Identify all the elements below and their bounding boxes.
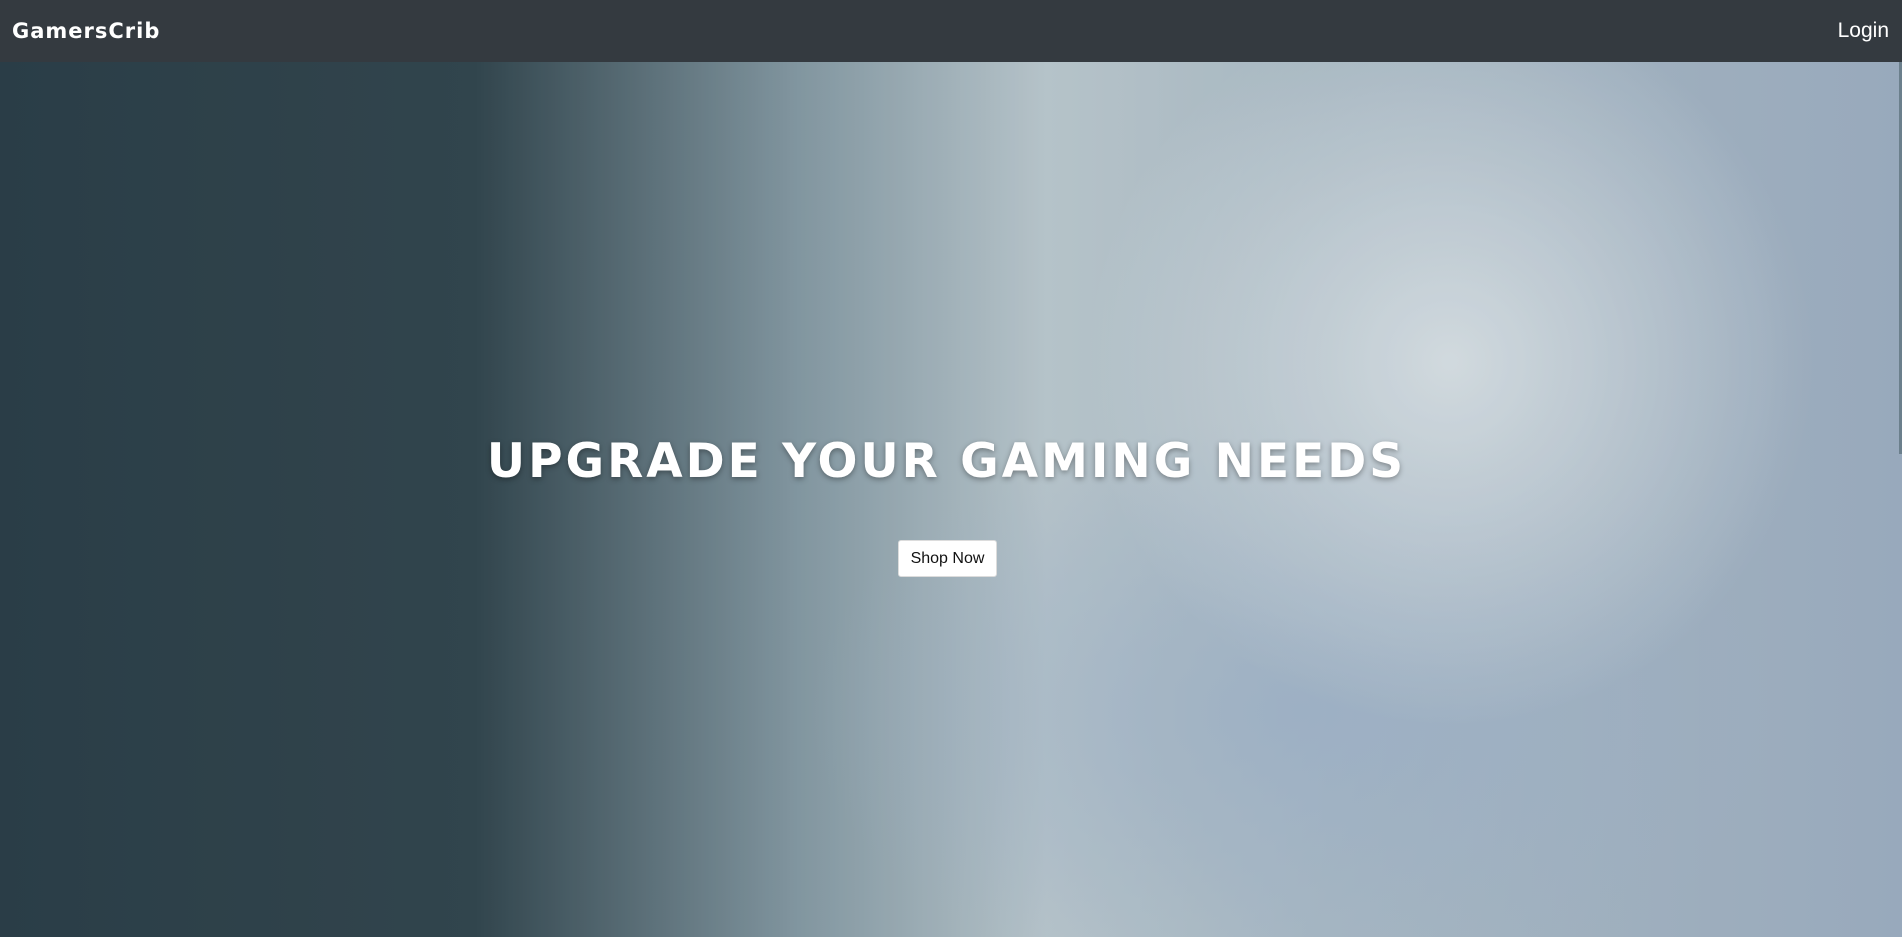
shop-now-button[interactable]: Shop Now: [898, 540, 997, 577]
brand-logo[interactable]: GamersCrib: [12, 19, 160, 43]
login-link[interactable]: Login: [1838, 19, 1889, 43]
hero-headline: UPGRADE YOUR GAMING NEEDS: [486, 434, 1407, 489]
top-navbar: GamersCrib Login: [0, 0, 1902, 62]
hero-banner: UPGRADE YOUR GAMING NEEDS Shop Now: [0, 62, 1902, 937]
hero-content: UPGRADE YOUR GAMING NEEDS Shop Now: [0, 62, 1902, 937]
